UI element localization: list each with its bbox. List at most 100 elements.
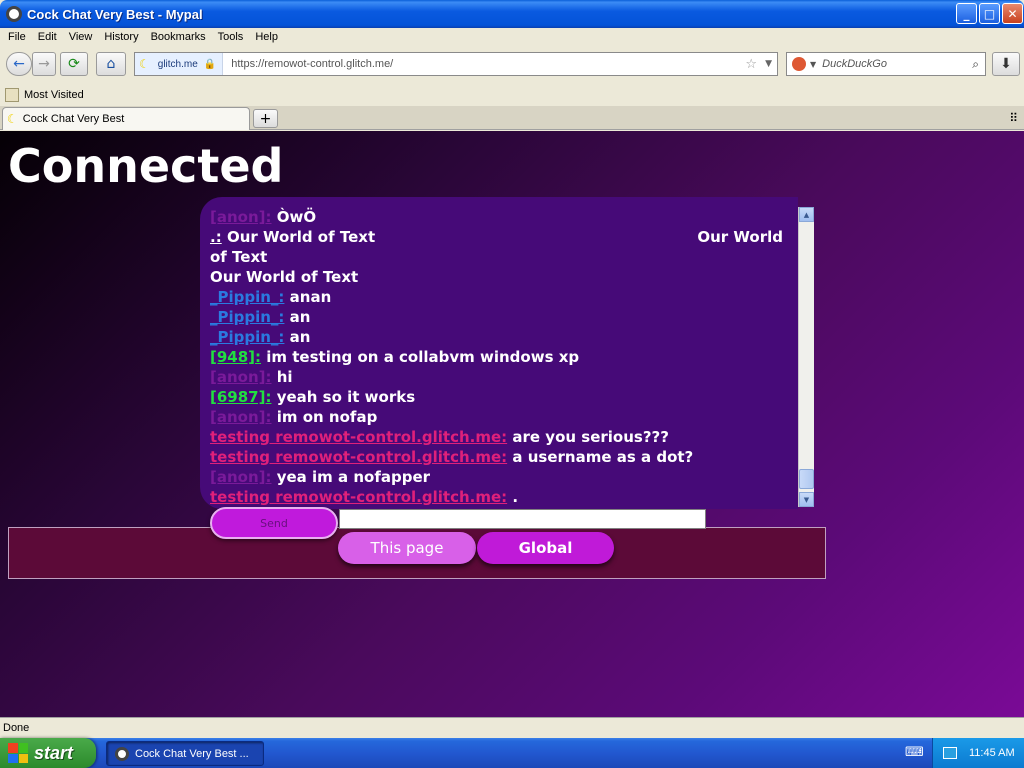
message-input[interactable]	[339, 509, 706, 529]
status-text: Done	[3, 722, 30, 734]
chat-message: .: Our World of Text Our World	[210, 227, 783, 247]
message-text-continued: of Text	[210, 248, 268, 266]
status-bar: Done	[0, 717, 1024, 738]
reload-icon[interactable]: ⟳	[60, 52, 88, 76]
bookmarks-toolbar: Most Visited	[0, 84, 1024, 106]
chat-message: testing remowot-control.glitch.me: are y…	[210, 427, 790, 447]
chat-message: [6987]: yeah so it works	[210, 387, 790, 407]
scroll-down-icon[interactable]: ▼	[799, 492, 814, 507]
search-icon[interactable]: ⌕	[972, 57, 979, 72]
minimize-button[interactable]: _	[956, 3, 977, 24]
search-placeholder[interactable]: DuckDuckGo	[822, 58, 887, 70]
menu-bookmarks[interactable]: Bookmarks	[151, 31, 206, 43]
message-text: an	[289, 308, 311, 326]
send-button[interactable]: Send	[210, 507, 338, 539]
message-author[interactable]: [948]:	[210, 348, 261, 366]
this-page-button[interactable]: This page	[338, 532, 476, 564]
maximize-button[interactable]: □	[979, 3, 1000, 24]
start-label: start	[34, 742, 74, 763]
message-text: im testing on a collabvm windows xp	[266, 348, 580, 366]
scroll-up-icon[interactable]: ▲	[799, 207, 814, 222]
message-text: hi	[276, 368, 293, 386]
chat-message: [anon]: hi	[210, 367, 790, 387]
menu-edit[interactable]: Edit	[38, 31, 57, 43]
site-identity-button[interactable]: ☾ glitch.me 🔒	[135, 53, 224, 75]
message-text: Our World of Text	[226, 228, 376, 246]
site-label: glitch.me	[157, 58, 198, 70]
message-text: Our World	[697, 228, 783, 246]
chat-log: [anon]: ÒwÖ .: Our World of Text Our Worl…	[200, 197, 798, 509]
message-text: a username as a dot?	[512, 448, 694, 466]
message-author[interactable]: _Pippin_:	[210, 308, 284, 326]
menu-bar: File Edit View History Bookmarks Tools H…	[0, 28, 1024, 46]
duckduckgo-icon[interactable]	[792, 57, 806, 71]
message-text: anan	[289, 288, 332, 306]
clock: 11:45 AM	[969, 747, 1015, 759]
url-text[interactable]: https://remowot-control.glitch.me/	[231, 58, 393, 70]
menu-help[interactable]: Help	[255, 31, 278, 43]
forward-arrow-icon[interactable]: →	[32, 52, 56, 76]
message-author[interactable]: [anon]:	[210, 468, 272, 486]
global-button[interactable]: Global	[477, 532, 614, 564]
app-icon	[6, 6, 22, 22]
tab-list-icon[interactable]: ⠿	[1009, 111, 1018, 125]
message-author[interactable]: testing remowot-control.glitch.me:	[210, 488, 507, 506]
message-author[interactable]: _Pippin_:	[210, 288, 284, 306]
chat-message: [948]: im testing on a collabvm windows …	[210, 347, 790, 367]
keyboard-icon[interactable]: ⌨	[905, 745, 924, 760]
message-list: [anon]: ÒwÖ .: Our World of Text Our Worl…	[210, 207, 790, 507]
tab-favicon-icon: ☾	[7, 112, 18, 126]
message-text: yea im a nofapper	[276, 468, 431, 486]
chat-message: [anon]: ÒwÖ	[210, 207, 790, 227]
chat-message: _Pippin_: an	[210, 307, 790, 327]
navigation-toolbar: ← → ⟳ ⌂ ☾ glitch.me 🔒 https://remowot-co…	[0, 46, 1024, 84]
message-text: yeah so it works	[276, 388, 416, 406]
lock-icon: 🔒	[203, 58, 217, 70]
url-dropdown-icon[interactable]: ▼	[765, 59, 772, 69]
chat-message: testing remowot-control.glitch.me: .	[210, 487, 790, 507]
message-text: ÒwÖ	[276, 208, 317, 226]
new-tab-button[interactable]: +	[253, 109, 278, 128]
message-author[interactable]: testing remowot-control.glitch.me:	[210, 448, 507, 466]
menu-history[interactable]: History	[104, 31, 138, 43]
message-author[interactable]: [6987]:	[210, 388, 271, 406]
search-box[interactable]: ▼ DuckDuckGo ⌕	[786, 52, 986, 76]
taskbar-window-button[interactable]: Cock Chat Very Best ...	[106, 741, 264, 766]
tab-label: Cock Chat Very Best	[22, 113, 125, 125]
home-icon[interactable]: ⌂	[96, 52, 126, 76]
message-author[interactable]: .:	[210, 228, 222, 246]
message-text: an	[289, 328, 311, 346]
network-icon[interactable]	[943, 747, 957, 759]
page-heading: Connected	[8, 139, 284, 193]
engine-dropdown-icon[interactable]: ▼	[810, 60, 816, 69]
close-button[interactable]: ✕	[1002, 3, 1023, 24]
message-author[interactable]: [anon]:	[210, 368, 272, 386]
chat-message: [anon]: im on nofap	[210, 407, 790, 427]
message-author[interactable]: _Pippin_:	[210, 328, 284, 346]
message-author[interactable]: testing remowot-control.glitch.me:	[210, 428, 507, 446]
title-bar: Cock Chat Very Best - Mypal _ □ ✕	[0, 0, 1024, 28]
bookmark-star-icon[interactable]: ☆	[745, 57, 757, 72]
back-arrow-icon[interactable]: ←	[6, 52, 32, 76]
menu-file[interactable]: File	[8, 31, 26, 43]
message-author[interactable]: [anon]:	[210, 408, 272, 426]
chat-message: _Pippin_: an	[210, 327, 790, 347]
download-icon[interactable]: ⬇	[992, 52, 1020, 76]
url-bar[interactable]: ☾ glitch.me 🔒 https://remowot-control.gl…	[134, 52, 778, 76]
taskbar: start Cock Chat Very Best ... ⌨ 11:45 AM	[0, 738, 1024, 768]
chat-scrollbar[interactable]: ▲ ▼	[798, 207, 814, 507]
system-tray: 11:45 AM	[932, 738, 1024, 768]
window-title: Cock Chat Very Best - Mypal	[27, 6, 203, 22]
most-visited-icon	[5, 88, 19, 102]
message-text: are you serious???	[512, 428, 669, 446]
most-visited-link[interactable]: Most Visited	[24, 89, 84, 101]
tab-strip: ☾ Cock Chat Very Best + ⠿	[0, 106, 1024, 130]
chat-message: _Pippin_: anan	[210, 287, 790, 307]
scroll-thumb[interactable]	[799, 469, 814, 489]
menu-view[interactable]: View	[69, 31, 93, 43]
menu-tools[interactable]: Tools	[218, 31, 244, 43]
moon-favicon-icon: ☾	[139, 57, 150, 71]
message-author[interactable]: [anon]:	[210, 208, 272, 226]
start-button[interactable]: start	[0, 738, 96, 768]
tab-active[interactable]: ☾ Cock Chat Very Best	[2, 107, 250, 130]
